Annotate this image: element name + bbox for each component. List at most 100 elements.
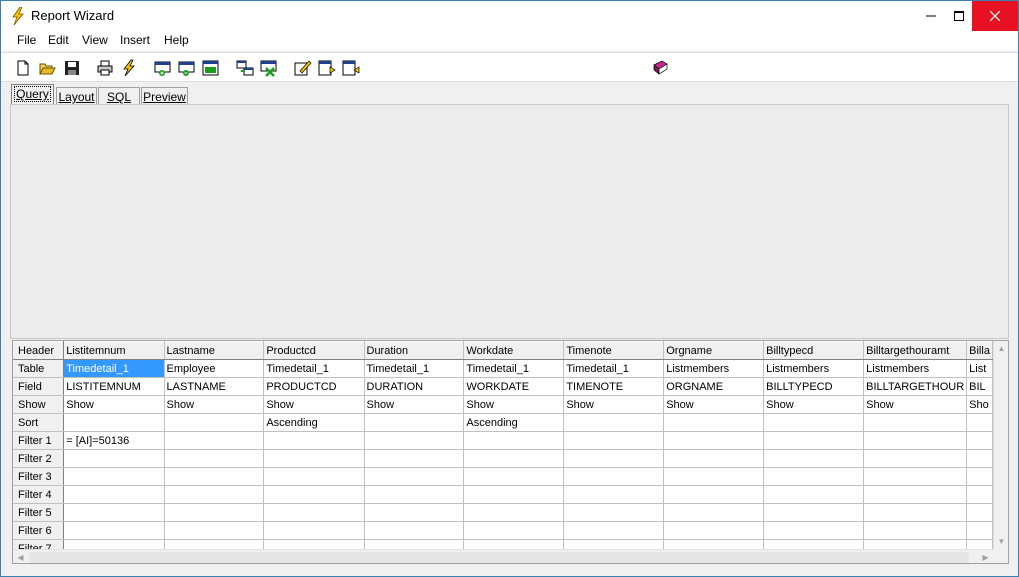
grid-cell[interactable] [863,521,968,540]
grid-cell[interactable] [263,539,365,549]
grid-cell[interactable] [463,521,565,540]
grid-cell[interactable] [663,503,765,522]
grid-cell[interactable]: BIL [966,377,993,396]
grid-cell[interactable] [863,431,968,450]
grid-cell[interactable] [164,503,265,522]
grid-cell[interactable] [563,485,665,504]
grid-cell[interactable] [966,449,993,468]
grid-cell[interactable] [863,539,968,549]
grid-cell[interactable] [563,467,665,486]
grid-cell[interactable]: Show [863,395,968,414]
grid-cell[interactable] [966,503,993,522]
grid-cell[interactable]: Timedetail_1 [364,359,465,378]
grid-cell[interactable] [563,539,665,549]
grid-cell[interactable] [463,485,565,504]
new-icon[interactable] [14,59,32,77]
grid-cell[interactable] [463,539,565,549]
grid-cell[interactable]: Listmembers [663,359,765,378]
grid-cell[interactable] [263,503,365,522]
column-header[interactable]: Timenote [563,341,665,360]
grid-cell[interactable] [164,431,265,450]
maximize-button[interactable] [944,1,974,31]
grid-cell[interactable] [663,521,765,540]
grid-cell[interactable]: ORGNAME [663,377,765,396]
query-design-area[interactable] [10,104,1009,339]
grid-cell[interactable] [63,449,165,468]
grid-cell[interactable] [164,467,265,486]
grid-cell[interactable] [763,539,865,549]
grid-cell[interactable] [966,485,993,504]
grid-cell[interactable]: WORKDATE [463,377,565,396]
run-icon[interactable] [120,59,138,77]
grid-cell[interactable]: Show [63,395,165,414]
grid-cell[interactable] [763,431,865,450]
print-icon[interactable] [96,59,114,77]
grid-cell[interactable]: Timedetail_1 [63,359,165,378]
grid-cell[interactable] [663,449,765,468]
grid-cell[interactable] [966,413,993,432]
grid-cell[interactable]: Show [663,395,765,414]
grid-cell[interactable] [63,467,165,486]
grid-cell[interactable] [863,503,968,522]
grid-cell[interactable] [364,467,465,486]
grid-cell[interactable]: = [AI]=50136 [63,431,165,450]
grid-cell[interactable]: LISTITEMNUM [63,377,165,396]
grid-cell[interactable]: Ascending [463,413,565,432]
grid-cell[interactable] [364,503,465,522]
grid-cell[interactable] [263,467,365,486]
grid-cell[interactable] [364,521,465,540]
grid-cell[interactable] [763,413,865,432]
tab-query[interactable]: Query [11,84,54,105]
scroll-right-icon[interactable]: ▶ [978,550,993,563]
remove-field-icon[interactable] [342,59,360,77]
column-header[interactable]: Duration [364,341,465,360]
tab-sql[interactable]: SQL [98,87,140,105]
grid-cell[interactable] [263,449,365,468]
grid-cell[interactable] [763,485,865,504]
grid-cell[interactable]: BILLTARGETHOUR [863,377,968,396]
grid-cell[interactable]: Timedetail_1 [263,359,365,378]
grid-cell[interactable] [563,521,665,540]
grid-cell[interactable] [364,413,465,432]
grid-cell[interactable] [966,467,993,486]
tab-preview[interactable]: Preview [141,87,188,105]
table-properties-icon[interactable] [202,59,220,77]
grid-cell[interactable] [63,539,165,549]
grid-cell[interactable] [263,431,365,450]
column-header[interactable]: Lastname [164,341,265,360]
add-table-icon[interactable] [154,59,172,77]
grid-cell[interactable]: Timedetail_1 [463,359,565,378]
grid-cell[interactable]: TIMENOTE [563,377,665,396]
column-header[interactable]: Listitemnum [63,341,165,360]
scroll-left-icon[interactable]: ◀ [13,550,28,563]
grid-cell[interactable] [364,449,465,468]
grid-cell[interactable] [966,539,993,549]
grid-cell[interactable]: Show [463,395,565,414]
grid-cell[interactable] [966,521,993,540]
grid-cell[interactable] [63,521,165,540]
grid-cell[interactable] [463,449,565,468]
grid-cell[interactable] [63,503,165,522]
grid-cell[interactable] [663,431,765,450]
grid-cell[interactable]: LASTNAME [164,377,265,396]
grid-cell[interactable] [763,449,865,468]
horizontal-scrollbar[interactable]: ◀ ▶ [13,549,993,563]
column-header[interactable]: Billtargethouramt [863,341,968,360]
column-header[interactable]: Billtypecd [763,341,865,360]
open-icon[interactable] [38,59,56,77]
grid-cell[interactable] [164,449,265,468]
menu-view[interactable]: View [80,33,110,47]
grid-cell[interactable] [63,485,165,504]
grid-cell[interactable] [763,521,865,540]
tab-layout[interactable]: Layout [56,87,97,105]
grid-cell[interactable] [763,467,865,486]
minimize-button[interactable] [916,1,946,31]
remove-table-icon[interactable] [178,59,196,77]
scroll-up-icon[interactable]: ▲ [994,341,1008,356]
grid-cell[interactable]: Sho [966,395,993,414]
grid-cell[interactable]: DURATION [364,377,465,396]
delete-join-icon[interactable] [260,59,278,77]
save-icon[interactable] [63,59,81,77]
grid-cell[interactable] [663,413,765,432]
grid-cell[interactable]: List [966,359,993,378]
